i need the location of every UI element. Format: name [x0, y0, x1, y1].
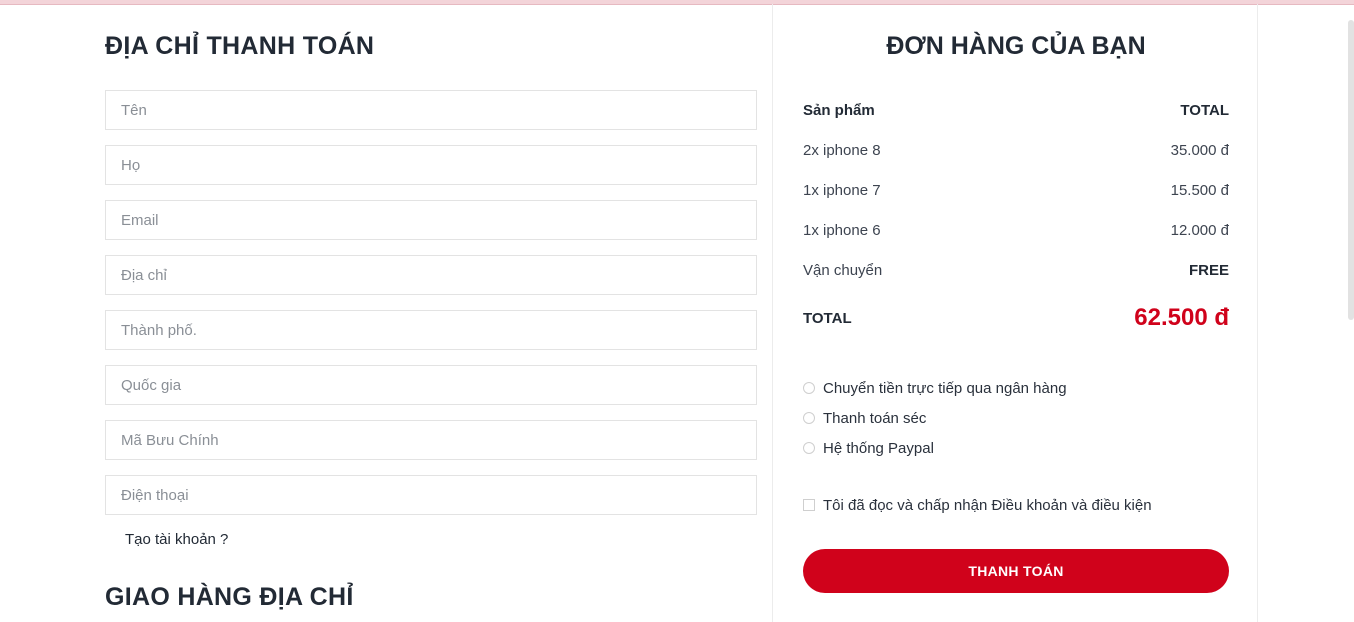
- order-item-price: 12.000 đ: [1170, 221, 1229, 239]
- terms-checkbox-row[interactable]: Tôi đã đọc và chấp nhận Điều khoản và đi…: [803, 493, 1152, 517]
- terms-label: Tôi đã đọc và chấp nhận Điều khoản và đi…: [823, 496, 1152, 514]
- order-item-row: 1x iphone 6 12.000 đ: [803, 210, 1229, 250]
- country-field[interactable]: [105, 365, 757, 405]
- total-label: TOTAL: [803, 309, 852, 327]
- order-panel: ĐƠN HÀNG CỦA BẠN Sản phẩm TOTAL 2x iphon…: [772, 4, 1258, 622]
- city-field[interactable]: [105, 310, 757, 350]
- order-item-price: 15.500 đ: [1170, 181, 1229, 199]
- total-column-header: TOTAL: [1180, 101, 1229, 119]
- product-column-header: Sản phẩm: [803, 101, 875, 119]
- create-account-link[interactable]: Tạo tài khoản ?: [125, 530, 228, 550]
- payment-option-bank-transfer[interactable]: Chuyển tiền trực tiếp qua ngân hàng: [803, 373, 1229, 403]
- order-item-name: 2x iphone 8: [803, 141, 881, 159]
- billing-title: ĐỊA CHỈ THANH TOÁN: [105, 32, 375, 60]
- shipping-row: Vận chuyển FREE: [803, 250, 1229, 290]
- terms-checkbox[interactable]: [803, 499, 815, 511]
- payment-option-label: Thanh toán séc: [823, 409, 927, 427]
- total-amount: 62.500 đ: [1134, 304, 1229, 331]
- payment-option-cheque[interactable]: Thanh toán séc: [803, 403, 1229, 433]
- radio-button[interactable]: [803, 442, 815, 454]
- billing-section: ĐỊA CHỈ THANH TOÁN Tạo tài khoản ? GIAO …: [105, 30, 757, 611]
- pay-button[interactable]: THANH TOÁN: [803, 549, 1229, 593]
- billing-fields: [105, 90, 757, 530]
- order-item-price: 35.000 đ: [1170, 141, 1229, 159]
- email-field[interactable]: [105, 200, 757, 240]
- payment-option-paypal[interactable]: Hệ thống Paypal: [803, 433, 1229, 463]
- postal-code-field[interactable]: [105, 420, 757, 460]
- order-item-name: 1x iphone 6: [803, 221, 881, 239]
- shipping-label: Vận chuyển: [803, 261, 883, 279]
- order-table: Sản phẩm TOTAL 2x iphone 8 35.000 đ 1x i…: [803, 90, 1229, 346]
- last-name-field[interactable]: [105, 145, 757, 185]
- order-item-name: 1x iphone 7: [803, 181, 881, 199]
- first-name-field[interactable]: [105, 90, 757, 130]
- total-row: TOTAL 62.500 đ: [803, 290, 1229, 346]
- payment-methods: Chuyển tiền trực tiếp qua ngân hàng Than…: [803, 373, 1229, 463]
- phone-field[interactable]: [105, 475, 757, 515]
- payment-option-label: Hệ thống Paypal: [823, 439, 934, 457]
- payment-option-label: Chuyển tiền trực tiếp qua ngân hàng: [823, 379, 1067, 397]
- order-item-row: 1x iphone 7 15.500 đ: [803, 170, 1229, 210]
- order-title: ĐƠN HÀNG CỦA BẠN: [886, 32, 1146, 60]
- shipping-title: GIAO HÀNG ĐỊA CHỈ: [105, 583, 354, 611]
- address-field[interactable]: [105, 255, 757, 295]
- order-header-row: Sản phẩm TOTAL: [803, 90, 1229, 130]
- order-item-row: 2x iphone 8 35.000 đ: [803, 130, 1229, 170]
- radio-button[interactable]: [803, 412, 815, 424]
- radio-button[interactable]: [803, 382, 815, 394]
- shipping-value: FREE: [1188, 261, 1229, 279]
- scrollbar-thumb[interactable]: [1348, 20, 1354, 320]
